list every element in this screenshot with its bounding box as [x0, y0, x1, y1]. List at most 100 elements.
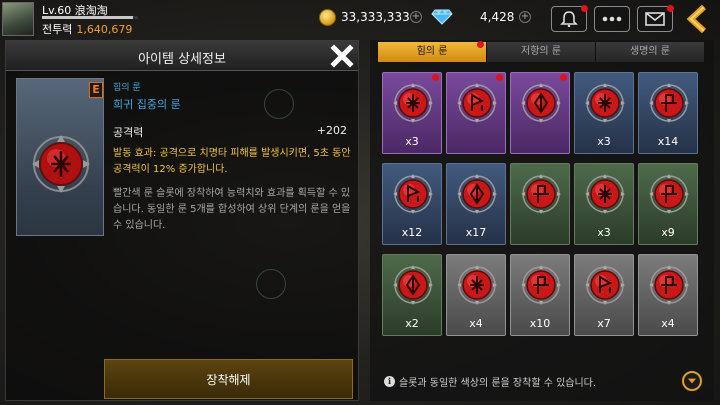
gem-amount: 4,428 — [480, 10, 515, 24]
rune-slot-4[interactable]: x14 — [638, 72, 698, 154]
background-slot-icon — [264, 89, 294, 119]
mail-button[interactable] — [637, 5, 674, 32]
combat-power-label: 전투력 — [42, 23, 73, 36]
mail-icon — [645, 12, 665, 26]
background-slot-icon — [256, 269, 286, 299]
red-rune-icon — [649, 265, 689, 305]
combat-power-value: 1,640,679 — [76, 23, 133, 36]
rune-slot-2[interactable] — [510, 72, 570, 154]
bell-icon — [560, 11, 578, 27]
rune-count: x4 — [661, 317, 675, 330]
rune-slot-0[interactable]: x3 — [382, 72, 442, 154]
tab-alert-dot — [477, 41, 484, 48]
rune-count: x12 — [401, 226, 423, 239]
alarm-button[interactable] — [551, 5, 588, 32]
rune-slot-12[interactable]: x10 — [510, 254, 570, 336]
red-rune-icon — [585, 83, 625, 123]
effect-text: 발동 효과: 공격으로 치명타 피해를 발생시키면, 5초 동안 공격력이 12… — [113, 148, 351, 175]
gold-coin-icon — [319, 9, 336, 26]
rune-name: 희귀 집중의 룬 — [113, 98, 181, 111]
panel-header: 아이템 상세정보 — [6, 41, 358, 71]
rune-tabs: 힘의 룬 저항의 룬 생명의 룬 — [378, 41, 706, 62]
rune-grid: x3 x3 x14 x12 x17 x3 x9 x2 x4 x10 x7 x4 — [382, 72, 698, 336]
add-gem-button[interactable]: + — [519, 11, 531, 23]
item-detail-panel: 아이템 상세정보 E 힘의 룬 희귀 집중의 룬 공격력 +202 발동 효과:… — [5, 40, 359, 401]
red-rune-icon — [393, 83, 433, 123]
rune-count: x10 — [529, 317, 551, 330]
red-rune-icon — [457, 83, 497, 123]
tab-0[interactable]: 힘의 룬 — [378, 41, 487, 62]
rune-alert-dot — [560, 74, 567, 81]
red-rune-icon — [521, 83, 561, 123]
stat-value: +202 — [316, 124, 347, 137]
unequip-button[interactable]: 장착해제 — [104, 359, 353, 399]
red-rune-icon — [585, 174, 625, 214]
description-text: 빨간색 룬 슬롯에 장착하여 능력치와 효과를 획득할 수 있습니다. 동일한 … — [113, 188, 351, 231]
stat-row: 공격력 +202 — [113, 124, 353, 139]
rune-slot-7[interactable] — [510, 163, 570, 245]
red-rune-icon — [393, 174, 433, 214]
rune-count: x2 — [405, 317, 419, 330]
player-avatar[interactable] — [2, 2, 34, 36]
unequip-label: 장착해제 — [206, 372, 251, 387]
tab-label: 생명의 룬 — [630, 46, 670, 57]
diamond-gem-icon — [431, 9, 453, 25]
rune-count: x9 — [661, 226, 675, 239]
rune-slot-8[interactable]: x3 — [574, 163, 634, 245]
info-icon: i — [384, 376, 395, 387]
tab-label: 힘의 룬 — [416, 46, 448, 57]
rune-slot-1[interactable] — [446, 72, 506, 154]
rune-inventory-panel: 힘의 룬 저항의 룬 생명의 룬 x3 x3 x14 x12 x17 x3 x9 x2 x4 x10 x… — [370, 40, 714, 401]
rune-count: x14 — [657, 135, 679, 148]
more-menu-button[interactable] — [594, 6, 630, 32]
red-rune-icon — [393, 265, 433, 305]
exp-bar — [42, 16, 138, 19]
rune-count: x4 — [469, 317, 483, 330]
gold-amount: 33,333,333 — [341, 10, 410, 24]
footer-info: i 슬롯과 동일한 색상의 룬을 장착할 수 있습니다. — [384, 374, 596, 389]
rune-slot-6[interactable]: x17 — [446, 163, 506, 245]
rune-slot-9[interactable]: x9 — [638, 163, 698, 245]
rune-alert-dot — [496, 74, 503, 81]
rune-gem-icon — [32, 135, 90, 193]
rune-alert-dot — [432, 74, 439, 81]
red-rune-icon — [521, 265, 561, 305]
exp-bar-fill — [42, 16, 134, 19]
scroll-down-icon[interactable] — [682, 371, 702, 391]
rune-slot-10[interactable]: x2 — [382, 254, 442, 336]
rune-count: x3 — [597, 226, 611, 239]
grade-badge: E — [89, 82, 103, 98]
footer-info-text: 슬롯과 동일한 색상의 룬을 장착할 수 있습니다. — [399, 378, 597, 389]
red-rune-icon — [521, 174, 561, 214]
mail-alert-dot — [667, 5, 674, 12]
item-info: 힘의 룬 희귀 집중의 룬 공격력 +202 발동 효과: 공격으로 치명타 피… — [113, 80, 353, 234]
rune-card-art: E — [16, 78, 104, 236]
rune-count: x17 — [465, 226, 487, 239]
panel-title: 아이템 상세정보 — [138, 52, 226, 67]
red-rune-icon — [649, 174, 689, 214]
tab-2[interactable]: 생명의 룬 — [596, 42, 705, 62]
rune-type: 힘의 룬 — [113, 83, 141, 93]
red-rune-icon — [457, 174, 497, 214]
rune-slot-5[interactable]: x12 — [382, 163, 442, 245]
rune-count: x3 — [597, 135, 611, 148]
red-rune-icon — [649, 83, 689, 123]
top-bar: Lv.60 浪淘淘 전투력 1,640,679 33,333,333 + 4,42… — [0, 0, 720, 40]
close-icon[interactable] — [329, 43, 355, 69]
rune-slot-13[interactable]: x7 — [574, 254, 634, 336]
red-rune-icon — [457, 265, 497, 305]
add-gold-button[interactable]: + — [410, 11, 422, 23]
stat-label: 공격력 — [113, 126, 144, 139]
rune-count: x7 — [597, 317, 611, 330]
back-arrow-icon[interactable] — [682, 4, 714, 34]
rune-slot-3[interactable]: x3 — [574, 72, 634, 154]
more-dots-icon — [602, 16, 622, 22]
rune-slot-11[interactable]: x4 — [446, 254, 506, 336]
tab-1[interactable]: 저항의 룬 — [487, 42, 596, 62]
red-rune-icon — [585, 265, 625, 305]
tab-label: 저항의 룬 — [521, 46, 561, 57]
rune-slot-14[interactable]: x4 — [638, 254, 698, 336]
combat-power: 전투력 1,640,679 — [42, 21, 132, 37]
alarm-alert-dot — [581, 5, 588, 12]
rune-count: x3 — [405, 135, 419, 148]
